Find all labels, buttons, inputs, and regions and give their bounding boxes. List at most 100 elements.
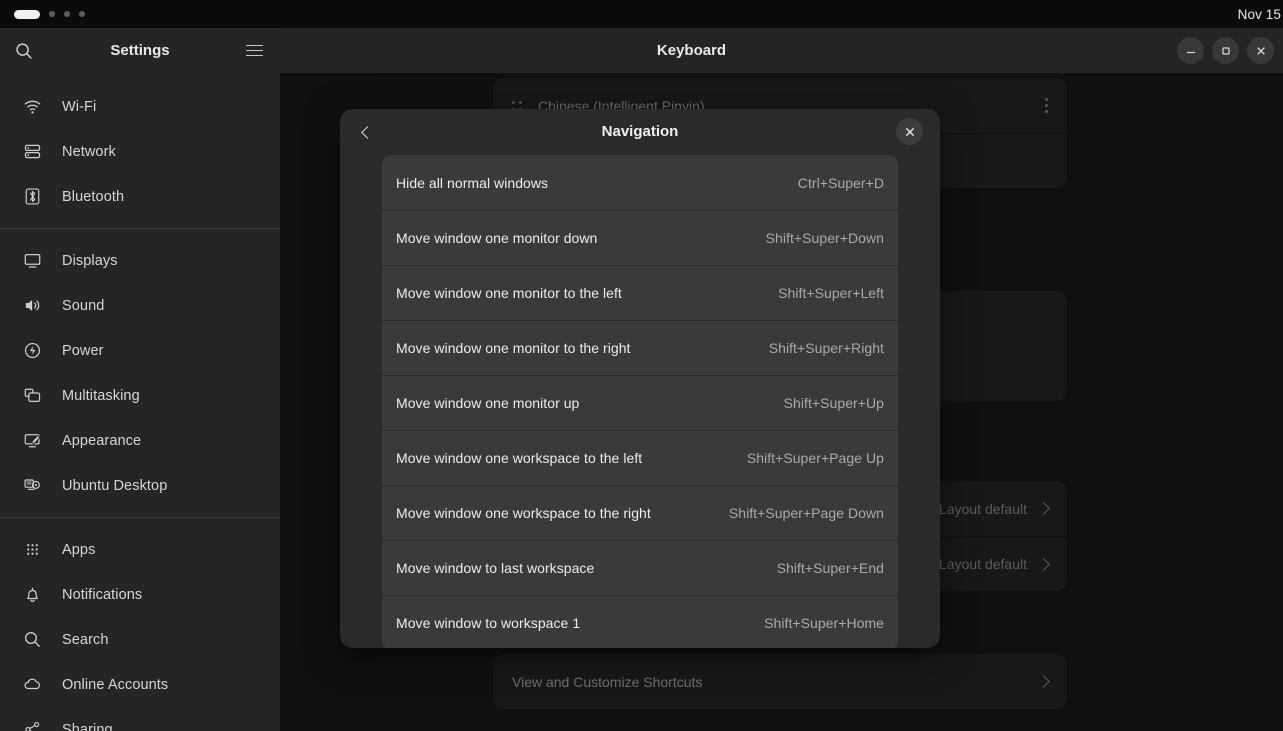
- sidebar-item-label: Power: [62, 343, 104, 359]
- shortcut-row[interactable]: Move window one workspace to the right S…: [382, 485, 898, 540]
- apps-grid-icon: [20, 538, 44, 562]
- shortcut-name: Hide all normal windows: [396, 175, 548, 191]
- ubuntu-desktop-icon: [20, 474, 44, 498]
- shortcut-name: Move window one monitor to the right: [396, 340, 630, 356]
- workspace-indicator-active[interactable]: [14, 10, 40, 19]
- navigation-shortcuts-list: Hide all normal windows Ctrl+Super+D Mov…: [382, 155, 898, 648]
- sidebar-item-appearance[interactable]: Appearance: [0, 418, 280, 463]
- settings-sidebar: Settings Wi-Fi: [0, 28, 280, 731]
- shortcut-name: Move window one monitor down: [396, 230, 597, 246]
- shortcut-keys: Shift+Super+Home: [764, 615, 884, 631]
- shortcut-keys: Shift+Super+Up: [784, 395, 884, 411]
- sidebar-divider: [0, 517, 280, 518]
- sidebar-item-label: Notifications: [62, 587, 142, 603]
- share-icon: [20, 718, 44, 731]
- shortcut-row[interactable]: Move window one workspace to the left Sh…: [382, 430, 898, 485]
- maximize-button[interactable]: [1212, 37, 1239, 64]
- shortcut-name: Move window to last workspace: [396, 560, 594, 576]
- sidebar-item-label: Network: [62, 144, 116, 160]
- workspace-indicator-dot[interactable]: [64, 11, 70, 17]
- sidebar-header: Settings: [0, 28, 280, 73]
- shortcut-keys: Shift+Super+Page Down: [729, 505, 884, 521]
- cloud-icon: [20, 673, 44, 697]
- navigation-shortcuts-scroll-area[interactable]: Hide all normal windows Ctrl+Super+D Mov…: [340, 155, 940, 648]
- sidebar-item-displays[interactable]: Displays: [0, 238, 280, 283]
- shortcut-row[interactable]: Move window to workspace 1 Shift+Super+H…: [382, 595, 898, 648]
- bluetooth-icon: [20, 185, 44, 209]
- sidebar-item-list: Wi-Fi Network: [0, 73, 280, 731]
- hamburger-menu-icon: [246, 41, 263, 59]
- sidebar-item-ubuntu-desktop[interactable]: Ubuntu Desktop: [0, 463, 280, 508]
- navigation-dialog-close-button[interactable]: [896, 118, 923, 145]
- minimize-icon: [1185, 45, 1197, 57]
- search-icon: [20, 628, 44, 652]
- bell-icon: [20, 583, 44, 607]
- sidebar-item-online-accounts[interactable]: Online Accounts: [0, 662, 280, 707]
- shortcut-row[interactable]: Move window one monitor to the left Shif…: [382, 265, 898, 320]
- sidebar-item-label: Apps: [62, 542, 95, 558]
- close-button[interactable]: [1247, 37, 1274, 64]
- power-icon: [20, 339, 44, 363]
- window-controls: [1177, 37, 1283, 64]
- sidebar-item-label: Sound: [62, 298, 104, 314]
- shortcut-name: Move window one workspace to the right: [396, 505, 651, 521]
- sidebar-item-label: Multitasking: [62, 388, 140, 404]
- clock-date[interactable]: Nov 15: [1238, 7, 1283, 22]
- shortcut-keys: Shift+Super+Page Up: [747, 450, 884, 466]
- sidebar-item-label: Ubuntu Desktop: [62, 478, 167, 494]
- shortcut-keys: Shift+Super+Down: [766, 230, 884, 246]
- workspace-indicator[interactable]: [14, 10, 85, 19]
- shortcut-row[interactable]: Move window to last workspace Shift+Supe…: [382, 540, 898, 595]
- sidebar-item-power[interactable]: Power: [0, 328, 280, 373]
- sidebar-item-label: Sharing: [62, 722, 113, 731]
- navigation-dialog-title: Navigation: [340, 109, 940, 155]
- maximize-icon: [1220, 45, 1232, 57]
- shortcut-row[interactable]: Hide all normal windows Ctrl+Super+D: [382, 155, 898, 210]
- sidebar-item-sharing[interactable]: Sharing: [0, 707, 280, 731]
- network-icon: [20, 140, 44, 164]
- page-title: Keyboard: [280, 28, 1283, 73]
- workspace-indicator-dot[interactable]: [79, 11, 85, 17]
- desktop-screen: Nov 15 Settings: [0, 0, 1283, 731]
- multitasking-icon: [20, 384, 44, 408]
- shortcut-keys: Shift+Super+End: [777, 560, 884, 576]
- close-icon: [904, 126, 916, 138]
- sidebar-divider: [0, 228, 280, 229]
- shortcut-keys: Shift+Super+Left: [778, 285, 884, 301]
- shortcut-name: Move window to workspace 1: [396, 615, 580, 631]
- search-icon: [15, 42, 33, 60]
- shortcut-name: Move window one monitor up: [396, 395, 579, 411]
- speaker-icon: [20, 294, 44, 318]
- sidebar-item-multitasking[interactable]: Multitasking: [0, 373, 280, 418]
- sidebar-item-apps[interactable]: Apps: [0, 527, 280, 572]
- workspace-indicator-dot[interactable]: [49, 11, 55, 17]
- wifi-icon: [20, 95, 44, 119]
- sidebar-item-network[interactable]: Network: [0, 129, 280, 174]
- sidebar-item-label: Displays: [62, 253, 118, 269]
- shortcut-row[interactable]: Move window one monitor down Shift+Super…: [382, 210, 898, 265]
- sidebar-item-label: Appearance: [62, 433, 141, 449]
- sidebar-item-label: Online Accounts: [62, 677, 168, 693]
- sidebar-item-wifi[interactable]: Wi-Fi: [0, 84, 280, 129]
- keyboard-window-titlebar[interactable]: Keyboard: [280, 28, 1283, 73]
- close-icon: [1255, 45, 1267, 57]
- sidebar-item-search[interactable]: Search: [0, 617, 280, 662]
- sidebar-item-label: Bluetooth: [62, 189, 124, 205]
- appearance-icon: [20, 429, 44, 453]
- sidebar-item-sound[interactable]: Sound: [0, 283, 280, 328]
- sidebar-item-bluetooth[interactable]: Bluetooth: [0, 174, 280, 219]
- navigation-shortcuts-dialog: Navigation Hide all normal windows Ctrl+…: [340, 109, 940, 648]
- sidebar-item-notifications[interactable]: Notifications: [0, 572, 280, 617]
- navigation-dialog-header: Navigation: [340, 109, 940, 155]
- shortcut-keys: Ctrl+Super+D: [798, 175, 884, 191]
- sidebar-item-label: Wi-Fi: [62, 99, 96, 115]
- shortcut-row[interactable]: Move window one monitor to the right Shi…: [382, 320, 898, 375]
- minimize-button[interactable]: [1177, 37, 1204, 64]
- shortcut-name: Move window one workspace to the left: [396, 450, 642, 466]
- sidebar-search-button[interactable]: [3, 30, 45, 72]
- shortcut-row[interactable]: Move window one monitor up Shift+Super+U…: [382, 375, 898, 430]
- sidebar-item-label: Search: [62, 632, 109, 648]
- sidebar-menu-button[interactable]: [240, 37, 268, 65]
- shortcut-name: Move window one monitor to the left: [396, 285, 622, 301]
- top-bar: Nov 15: [0, 0, 1283, 28]
